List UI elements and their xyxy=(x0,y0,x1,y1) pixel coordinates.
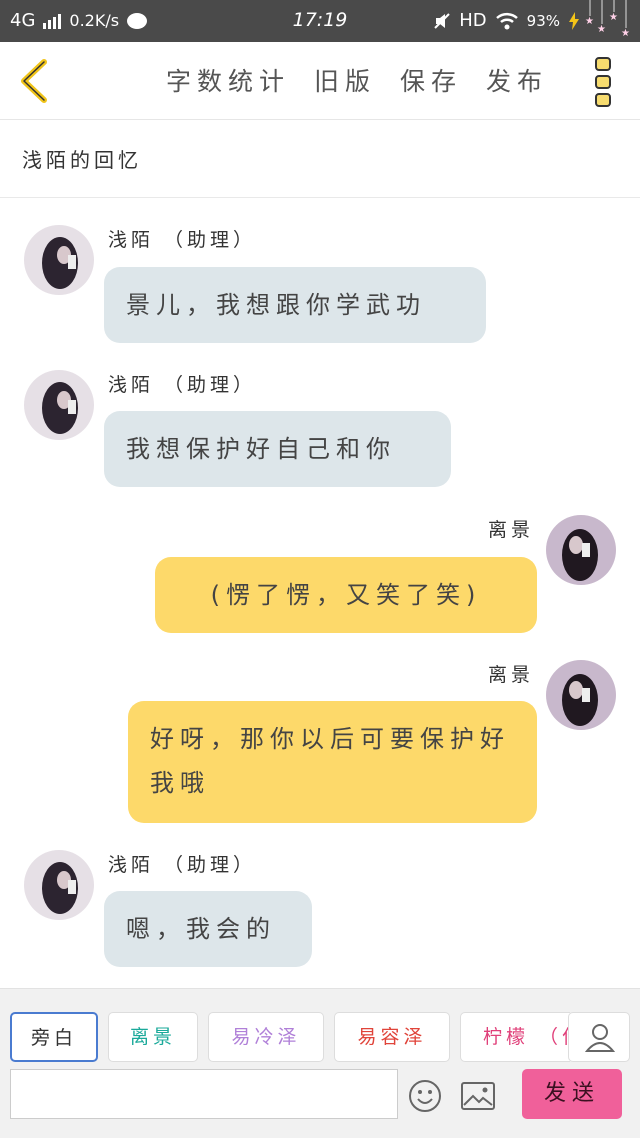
role-label: 离景 xyxy=(129,1026,176,1048)
save-button[interactable]: 保存 xyxy=(400,62,462,98)
old-version-button[interactable]: 旧版 xyxy=(314,62,376,98)
sender-name: 离景 xyxy=(487,664,534,686)
message-bubble[interactable]: 我想保护好自己和你 xyxy=(104,411,451,487)
role-label: 旁白 xyxy=(30,1027,77,1049)
story-title[interactable]: 浅陌的回忆 xyxy=(0,120,640,198)
emoji-icon[interactable] xyxy=(408,1079,442,1113)
message-bubble[interactable]: 好呀，那你以后可要保护好我哦 xyxy=(128,701,537,823)
role-narrator[interactable]: 旁白 xyxy=(10,1012,98,1062)
wifi-icon xyxy=(495,12,518,29)
chat-area[interactable]: 浅陌 （助理） 景儿，我想跟你学武功 浅陌 （助理） 我想保护好自己和你 离景 … xyxy=(0,199,640,988)
role-label: 易冷泽 xyxy=(231,1026,301,1048)
role-selector: 旁白 离景 易冷泽 易容泽 柠檬 （作 xyxy=(10,1012,570,1064)
svg-text:★: ★ xyxy=(585,16,594,27)
message-bubble[interactable]: (愣了愣，又笑了笑) xyxy=(155,557,537,633)
role-yirongze[interactable]: 易容泽 xyxy=(334,1012,450,1062)
more-menu-icon[interactable] xyxy=(594,56,614,108)
status-right: HD 93% xyxy=(433,10,580,31)
back-chevron-icon[interactable] xyxy=(14,58,54,104)
sender-name: 浅陌 （助理） xyxy=(108,374,257,396)
top-toolbar: 字数统计 旧版 保存 发布 xyxy=(0,42,640,120)
hd-indicator: HD xyxy=(459,10,487,31)
compose-area: 旁白 离景 易冷泽 易容泽 柠檬 （作 发送 xyxy=(0,988,640,1138)
user-icon xyxy=(584,1024,616,1052)
svg-text:★: ★ xyxy=(621,28,630,39)
role-label: 柠檬 （作 xyxy=(483,1026,570,1048)
toolbar-actions: 字数统计 旧版 保存 发布 xyxy=(166,62,548,98)
message-bubble[interactable]: 景儿，我想跟你学武功 xyxy=(104,267,486,343)
role-yilengze[interactable]: 易冷泽 xyxy=(208,1012,324,1062)
avatar-lijing[interactable] xyxy=(546,515,616,585)
charging-icon xyxy=(569,11,579,30)
message-input[interactable] xyxy=(10,1069,398,1119)
message-bubble[interactable]: 嗯，我会的 xyxy=(104,891,312,967)
sender-name: 离景 xyxy=(487,519,534,541)
role-lijing[interactable]: 离景 xyxy=(108,1012,198,1062)
svg-text:★: ★ xyxy=(609,12,618,23)
avatar-assistant[interactable] xyxy=(24,370,94,440)
avatar-lijing[interactable] xyxy=(546,660,616,730)
character-manager-button[interactable] xyxy=(568,1012,630,1062)
send-button[interactable]: 发送 xyxy=(522,1069,622,1119)
status-bar: 4G 0.2K/s 17:19 HD 93% ★ ★ ★ ★ xyxy=(0,0,640,42)
image-icon[interactable] xyxy=(460,1081,496,1111)
word-count-button[interactable]: 字数统计 xyxy=(166,62,290,98)
sender-name: 浅陌 （助理） xyxy=(108,854,257,876)
mute-icon xyxy=(434,12,450,29)
avatar-assistant[interactable] xyxy=(24,850,94,920)
svg-text:★: ★ xyxy=(597,24,606,35)
role-label: 易容泽 xyxy=(357,1026,427,1048)
star-decoration-icon: ★ ★ ★ ★ xyxy=(585,0,630,39)
publish-button[interactable]: 发布 xyxy=(486,62,548,98)
role-ningmeng[interactable]: 柠檬 （作 xyxy=(460,1012,570,1062)
avatar-assistant[interactable] xyxy=(24,225,94,295)
sender-name: 浅陌 （助理） xyxy=(108,229,257,251)
battery-level: 93% xyxy=(526,11,560,30)
